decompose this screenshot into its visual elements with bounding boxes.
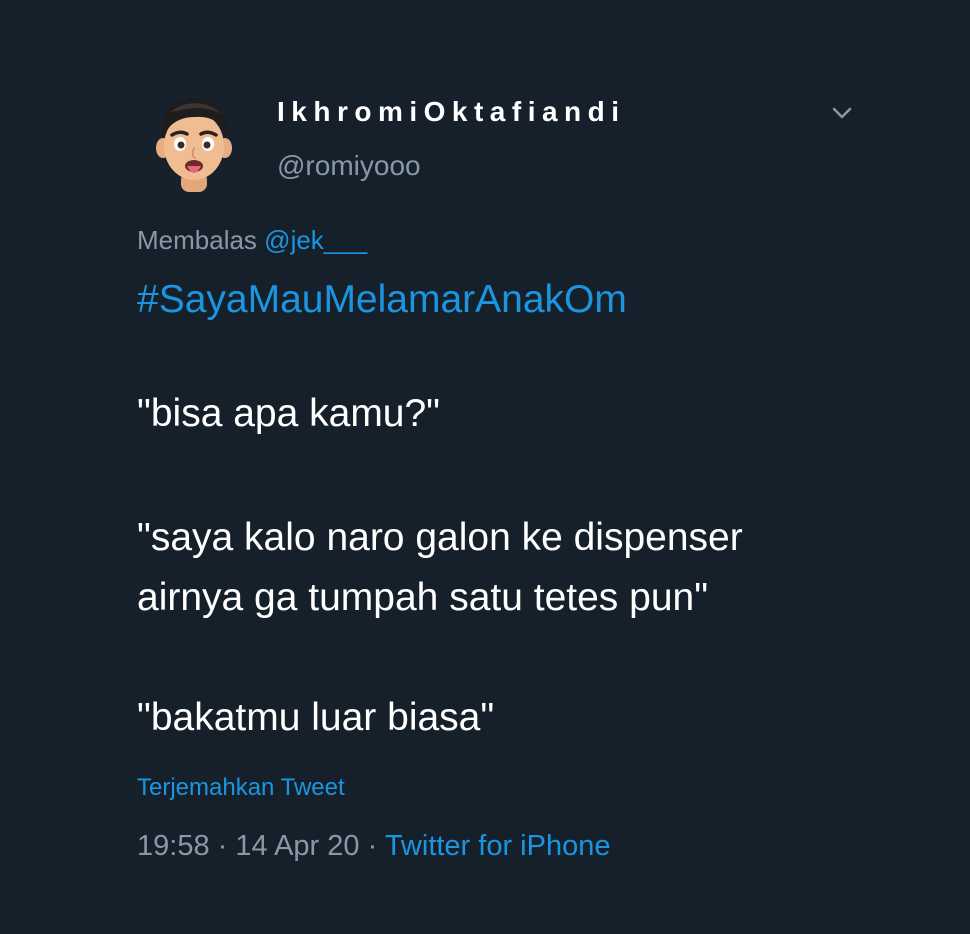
- avatar[interactable]: [135, 80, 253, 198]
- tweet-text-line: airnya ga tumpah satu tetes pun": [137, 576, 709, 619]
- translate-tweet-link[interactable]: Terjemahkan Tweet: [137, 774, 345, 802]
- separator: ·: [217, 830, 228, 862]
- memoji-avatar-icon: [135, 80, 253, 198]
- reply-to-handle[interactable]: @jek___: [264, 225, 367, 255]
- hashtag-link[interactable]: #SayaMauMelamarAnakOm: [137, 278, 627, 322]
- reply-prefix: Membalas: [137, 225, 257, 255]
- tweet-text-line: "bisa apa kamu?": [137, 392, 441, 435]
- separator: ·: [367, 830, 378, 862]
- reply-context: Membalas @jek___: [137, 225, 367, 256]
- tweet-source-link[interactable]: Twitter for iPhone: [385, 830, 611, 862]
- tweet-date: 14 Apr 20: [235, 830, 360, 862]
- tweet-text-line: "saya kalo naro galon ke dispenser: [137, 516, 743, 559]
- tweet-metadata: 19:58 · 14 Apr 20 · Twitter for iPhone: [137, 830, 610, 863]
- user-handle[interactable]: @romiyooo: [277, 150, 421, 182]
- chevron-down-icon[interactable]: [826, 100, 858, 126]
- tweet-time: 19:58: [137, 830, 210, 862]
- display-name[interactable]: IkhromiOktafiandi: [277, 96, 626, 128]
- tweet-text-line: "bakatmu luar biasa": [137, 696, 495, 739]
